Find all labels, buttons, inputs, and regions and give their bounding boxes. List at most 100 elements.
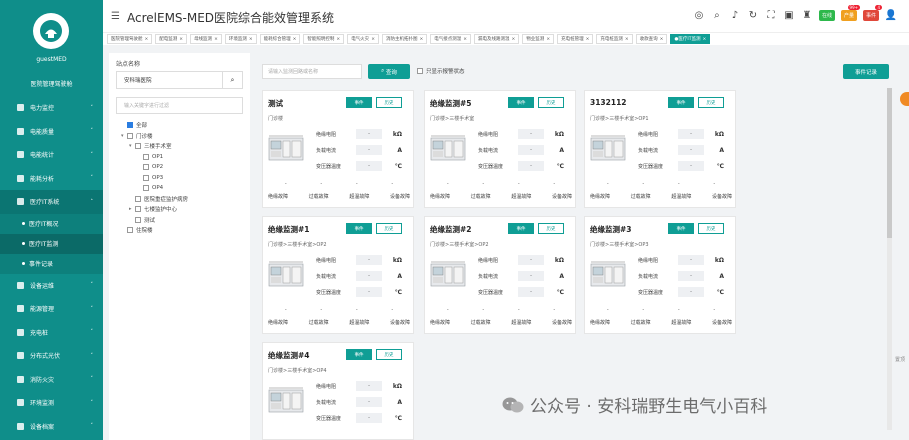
user-icon[interactable]: 👤 — [885, 9, 897, 21]
user-role[interactable]: 医院管理驾驶舱 — [0, 79, 103, 88]
card-history-button[interactable]: 历史 — [698, 223, 724, 234]
monitor-card[interactable]: 3132112 事件 历史 门诊楼>三楼手术室>OP1 绝缘电阻 - kΩ 负载电流 - A 变压器… — [584, 90, 736, 208]
tree-node[interactable]: 医院重症监护病房 — [121, 194, 188, 205]
tree-node[interactable]: OP1 — [121, 152, 188, 163]
sidebar-item[interactable]: 医疗IT系统 ˄ — [0, 190, 103, 214]
monitor-card[interactable]: 绝缘监测#2 事件 历史 门诊楼>三楼手术室>OP2 绝缘电阻 - kΩ 负载电流 - A 变压器温… — [424, 216, 576, 334]
tree-checkbox[interactable] — [143, 174, 149, 181]
sidebar-item[interactable]: 设备档案 ˅ — [0, 415, 103, 439]
monitor-card[interactable]: 绝缘监测#5 事件 历史 门诊楼>三楼手术室 绝缘电阻 - kΩ 负载电流 - A 变压器温度 - ℃ -… — [424, 90, 576, 208]
fullscreen-icon[interactable]: ⛶ — [765, 9, 777, 21]
floating-tab[interactable] — [900, 92, 909, 106]
sidebar-subitem[interactable]: 事件记录 — [0, 253, 103, 274]
sidebar-item[interactable]: 环境监测 ˅ — [0, 391, 103, 415]
search-input[interactable]: 请输入监测回路或名称 — [262, 64, 362, 79]
tree-checkbox[interactable] — [135, 216, 141, 223]
tree-node[interactable]: 测试 — [121, 215, 188, 226]
tab[interactable]: 智能照明控制 × — [303, 34, 345, 44]
tree-node[interactable]: ▾ 门诊楼 — [121, 131, 188, 142]
card-event-button[interactable]: 事件 — [346, 223, 372, 234]
tab[interactable]: 电气接点测温 × — [430, 34, 472, 44]
card-history-button[interactable]: 历史 — [376, 223, 402, 234]
event-record-button[interactable]: 事件记录 — [843, 64, 889, 79]
output-badge[interactable]: 产量 99+ — [840, 4, 860, 21]
refresh-icon[interactable]: ↻ — [747, 9, 759, 21]
sidebar-subitem[interactable]: 医疗IT概况 — [0, 213, 103, 234]
sidebar-item[interactable]: 能源管理 ˅ — [0, 297, 103, 321]
tab[interactable]: 充电桩管理 × — [557, 34, 594, 44]
card-history-button[interactable]: 历史 — [698, 97, 724, 108]
sidebar-item[interactable]: 消防火灾 ˅ — [0, 368, 103, 392]
close-icon[interactable]: × — [625, 37, 629, 42]
tab[interactable]: 充电桩监测 × — [596, 34, 633, 44]
shirt-icon[interactable]: ♜ — [801, 9, 813, 21]
tree-checkbox[interactable] — [143, 164, 149, 171]
close-icon[interactable]: × — [660, 37, 664, 42]
tab[interactable]: 医院管理驾驶舱 × — [107, 34, 153, 44]
tab[interactable]: 环境监测 × — [224, 34, 257, 44]
online-badge[interactable]: 在线 — [818, 9, 835, 21]
tree-checkbox[interactable] — [135, 143, 141, 150]
event-badge[interactable]: 事件 4 — [862, 4, 882, 21]
tree-node[interactable]: ▸ 七楼监护中心 — [121, 204, 188, 215]
card-history-button[interactable]: 历史 — [376, 349, 402, 360]
tree-node[interactable]: 住院楼 — [121, 225, 188, 236]
close-icon[interactable]: × — [463, 37, 467, 42]
sidebar-item[interactable]: 电能质量 ˅ — [0, 120, 103, 144]
card-event-button[interactable]: 事件 — [346, 97, 372, 108]
search-icon[interactable]: ⌕ — [222, 72, 242, 88]
card-history-button[interactable]: 历史 — [376, 97, 402, 108]
tree-checkbox[interactable] — [135, 206, 141, 213]
only-abnormal-toggle[interactable]: 只显示报警状态 — [417, 67, 465, 75]
tab[interactable]: 消防主机拓扑图 × — [381, 34, 428, 44]
tab[interactable]: 物业监测 × — [522, 34, 555, 44]
monitor-card[interactable]: 绝缘监测#4 事件 历史 门诊楼>三楼手术室>OP4 绝缘电阻 - kΩ 负载电流 - A 变压器温… — [262, 342, 414, 440]
sidebar-item[interactable]: 分布式光伏 ˅ — [0, 344, 103, 368]
card-event-button[interactable]: 事件 — [668, 97, 694, 108]
close-icon[interactable]: × — [512, 37, 516, 42]
tab[interactable]: 能耗综合管理 × — [259, 34, 301, 44]
sidebar-item[interactable]: 充电桩 ˅ — [0, 321, 103, 345]
site-select[interactable]: 安科瑞医院 ⌕ — [116, 71, 243, 89]
sidebar-item[interactable]: 能耗分析 ˅ — [0, 167, 103, 191]
target-icon[interactable]: ◎ — [693, 9, 705, 21]
card-history-button[interactable]: 历史 — [538, 97, 564, 108]
tree-checkbox[interactable] — [143, 153, 149, 160]
query-button[interactable]: ⌕ 查询 — [368, 64, 410, 79]
screen-icon[interactable]: ▣ — [783, 9, 795, 21]
tab[interactable]: 母线监测 × — [190, 34, 222, 44]
scrollbar-thumb[interactable] — [887, 88, 892, 238]
tree-checkbox[interactable] — [127, 132, 133, 139]
close-icon[interactable]: × — [419, 37, 423, 42]
close-icon[interactable]: × — [214, 37, 218, 42]
tree-checkbox[interactable] — [127, 227, 133, 234]
card-history-button[interactable]: 历史 — [538, 223, 564, 234]
close-icon[interactable]: × — [249, 37, 253, 42]
side-tag[interactable]: 置顶 — [895, 356, 905, 363]
tab[interactable]: 电气火灾 × — [347, 34, 379, 44]
monitor-card[interactable]: 测试 事件 历史 门诊楼 绝缘电阻 - kΩ 负载电流 - A 变压器温度 - ℃ - - - - 绝缘故障 过载故… — [262, 90, 414, 208]
close-icon[interactable]: × — [702, 37, 706, 42]
card-event-button[interactable]: 事件 — [508, 97, 534, 108]
tree-checkbox[interactable] — [143, 185, 149, 192]
card-event-button[interactable]: 事件 — [508, 223, 534, 234]
menu-toggle-icon[interactable]: ☰ — [111, 11, 120, 22]
sidebar-subitem[interactable]: 医疗IT监测 — [0, 233, 103, 254]
tab[interactable]: ● 医疗IT监测 × — [670, 34, 711, 44]
tree-node[interactable]: 全部 — [121, 120, 188, 131]
close-icon[interactable]: × — [586, 37, 590, 42]
close-icon[interactable]: × — [546, 37, 550, 42]
card-event-button[interactable]: 事件 — [346, 349, 372, 360]
tab[interactable]: 收款查询 × — [635, 34, 668, 44]
monitor-card[interactable]: 绝缘监测#3 事件 历史 门诊楼>三楼手术室>OP3 绝缘电阻 - kΩ 负载电流 - A 变压器温… — [584, 216, 736, 334]
tab[interactable]: 漏电及线路测温 × — [474, 34, 520, 44]
close-icon[interactable]: × — [293, 37, 297, 42]
tab[interactable]: 配电监测 × — [155, 34, 188, 44]
mute-icon[interactable]: ♪ — [729, 9, 741, 21]
close-icon[interactable]: × — [336, 37, 340, 42]
tree-node[interactable]: ▾ 三楼手术室 — [121, 141, 188, 152]
close-icon[interactable]: × — [179, 37, 183, 42]
card-event-button[interactable]: 事件 — [668, 223, 694, 234]
sidebar-item[interactable]: 电能统计 ˅ — [0, 143, 103, 167]
close-icon[interactable]: × — [371, 37, 375, 42]
